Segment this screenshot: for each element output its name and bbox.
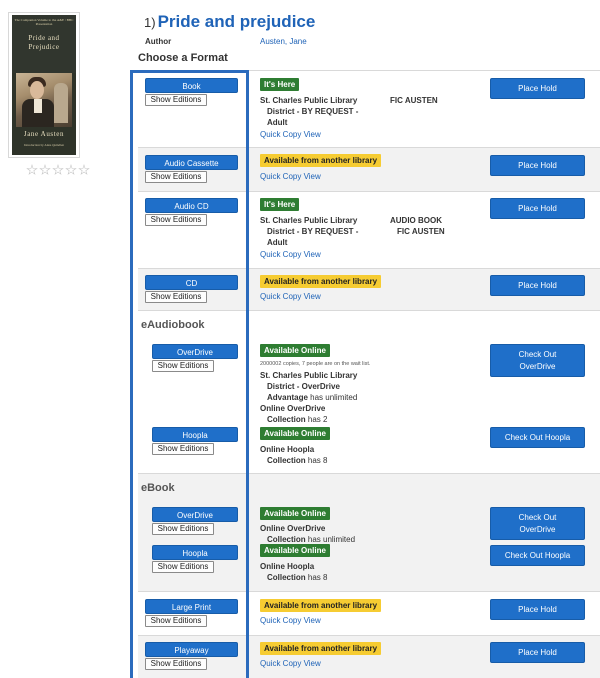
quick-copy-view-link[interactable]: Quick Copy View — [260, 172, 321, 181]
check-out-hoopla-button[interactable]: Check Out Hoopla — [490, 427, 585, 448]
quick-copy-view-link[interactable]: Quick Copy View — [260, 659, 321, 668]
call-number: FIC AUSTEN — [390, 96, 438, 105]
location-text: District - BY REQUEST - — [267, 227, 359, 236]
quick-copy-view-link[interactable]: Quick Copy View — [260, 616, 321, 625]
location-text: St. Charles Public Library — [260, 371, 358, 380]
cover-series-text: The Companion Volume to the A&E / BBC Pr… — [14, 18, 74, 27]
location-text: Advantage has unlimited — [267, 392, 357, 403]
author-label: Author — [145, 37, 172, 46]
author-link[interactable]: Austen, Jane — [260, 37, 307, 46]
status-badge-other-library: Available from another library — [260, 154, 382, 167]
quick-copy-view-link[interactable]: Quick Copy View — [260, 130, 321, 139]
cover-portrait — [16, 73, 72, 127]
record-title-link[interactable]: Pride and prejudice — [158, 12, 316, 32]
status-badge-other-library: Available from another library — [260, 599, 382, 612]
location-text: District - OverDrive — [267, 382, 340, 391]
location-text: Collection has 8 — [267, 455, 327, 466]
location-text: St. Charles Public Library — [260, 96, 358, 105]
location-text: Collection has 8 — [267, 572, 327, 583]
location-name: Collection — [267, 573, 306, 582]
location-text: Adult — [267, 238, 288, 247]
location-text: Collection has 2 — [267, 414, 327, 425]
call-number: AUDIO BOOK — [390, 216, 442, 225]
star-icon[interactable] — [78, 164, 90, 175]
place-hold-button[interactable]: Place Hold — [490, 275, 585, 296]
status-badge-other-library: Available from another library — [260, 642, 382, 655]
location-name: Advantage — [267, 393, 308, 402]
check-out-hoopla-button[interactable]: Check Out Hoopla — [490, 545, 585, 566]
star-icon[interactable] — [26, 164, 38, 175]
place-hold-button[interactable]: Place Hold — [490, 642, 585, 663]
cover-figure-lady — [54, 83, 68, 123]
check-out-overdrive-button[interactable]: Check Out OverDrive — [490, 344, 585, 377]
status-badge-its-here: It's Here — [260, 78, 300, 91]
location-availability: has 8 — [305, 573, 328, 582]
location-text: Online Hoopla — [260, 445, 315, 454]
location-name: Collection — [267, 535, 306, 544]
format-column-highlight — [130, 70, 249, 678]
cover-figure-shirt — [34, 99, 42, 113]
status-badge-online: Available Online — [260, 544, 330, 557]
quick-copy-view-link[interactable]: Quick Copy View — [260, 250, 321, 259]
cover-figure-face — [30, 81, 44, 99]
call-number: FIC AUSTEN — [397, 227, 445, 236]
cover-title-text: Pride and Prejudice — [28, 34, 60, 51]
status-badge-online: Available Online — [260, 507, 330, 520]
cover-image: The Companion Volume to the A&E / BBC Pr… — [12, 15, 76, 155]
location-text: Online Hoopla — [260, 562, 315, 571]
quick-copy-view-link[interactable]: Quick Copy View — [260, 292, 321, 301]
location-text: Adult — [267, 118, 288, 127]
status-badge-online: Available Online — [260, 344, 330, 357]
location-name: Collection — [267, 456, 306, 465]
place-hold-button[interactable]: Place Hold — [490, 198, 585, 219]
star-icon[interactable] — [52, 164, 64, 175]
location-text: Online OverDrive — [260, 524, 326, 533]
location-availability: has 2 — [305, 415, 328, 424]
choose-format-heading: Choose a Format — [138, 52, 228, 64]
status-badge-online: Available Online — [260, 427, 330, 440]
location-availability: has 8 — [305, 456, 328, 465]
status-badge-its-here: It's Here — [260, 198, 300, 211]
book-cover[interactable]: The Companion Volume to the A&E / BBC Pr… — [8, 12, 80, 158]
status-badge-other-library: Available from another library — [260, 275, 382, 288]
place-hold-button[interactable]: Place Hold — [490, 599, 585, 620]
location-availability: has unlimited — [307, 393, 358, 402]
check-out-overdrive-button[interactable]: Check Out OverDrive — [490, 507, 585, 540]
copies-note: 2000002 copies, 7 people are on the wait… — [260, 361, 371, 367]
cover-top-panel: The Companion Volume to the A&E / BBC Pr… — [12, 15, 76, 73]
cover-author-text: Jane Austen — [23, 130, 65, 138]
location-text: Online OverDrive — [260, 404, 326, 413]
place-hold-button[interactable]: Place Hold — [490, 78, 585, 99]
star-icon[interactable] — [39, 164, 51, 175]
cover-intro-text: Introduction by Anna Quindlen — [24, 143, 64, 147]
record-number: 1) — [144, 15, 156, 30]
location-availability: has unlimited — [305, 535, 356, 544]
star-icon[interactable] — [65, 164, 77, 175]
location-name: Collection — [267, 415, 306, 424]
location-text: St. Charles Public Library — [260, 216, 358, 225]
record-title-row: 1) Pride and prejudice — [144, 12, 315, 32]
star-rating[interactable] — [26, 164, 90, 176]
location-text: District - BY REQUEST - — [267, 107, 359, 116]
place-hold-button[interactable]: Place Hold — [490, 155, 585, 176]
